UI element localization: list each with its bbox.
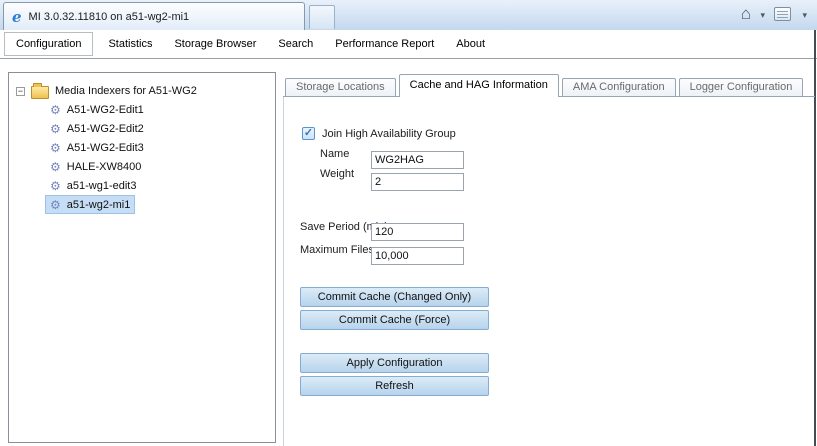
window-right-edge xyxy=(814,30,816,446)
gear-icon: ⚙ xyxy=(50,104,61,116)
apply-configuration-button[interactable]: Apply Configuration xyxy=(300,353,489,373)
open-folder-icon xyxy=(31,86,49,99)
menu-item-search[interactable]: Search xyxy=(267,33,324,55)
save-period-input[interactable] xyxy=(371,223,464,241)
menu-bar: Configuration Statistics Storage Browser… xyxy=(0,30,817,59)
join-hag-checkbox[interactable]: ✓ xyxy=(302,127,315,140)
weight-input[interactable] xyxy=(371,173,464,191)
join-hag-label: Join High Availability Group xyxy=(322,128,456,140)
commit-cache-changed-only-button[interactable]: Commit Cache (Changed Only) xyxy=(300,287,489,307)
gear-icon: ⚙ xyxy=(50,161,61,173)
maximum-files-label: Maximum Files xyxy=(300,244,374,256)
tree-item-a51-wg2-mi1[interactable]: ⚙ a51-wg2-mi1 xyxy=(45,195,135,214)
home-icon[interactable]: ⌂ xyxy=(741,4,751,24)
gear-icon: ⚙ xyxy=(50,123,61,135)
menu-item-storage-browser[interactable]: Storage Browser xyxy=(163,33,267,55)
tab-panel-left-border xyxy=(283,96,284,446)
browser-window: e MI 3.0.32.11810 on a51-wg2-mi1 ⌂ ▾ ▾ C… xyxy=(0,0,817,446)
feeds-dropdown-chevron-icon[interactable]: ▾ xyxy=(802,10,807,21)
configuration-tabstrip: Storage Locations Cache and HAG Informat… xyxy=(285,74,806,97)
new-tab-button[interactable] xyxy=(309,5,335,29)
tree-item-a51-wg2-edit1[interactable]: ⚙ A51-WG2-Edit1 xyxy=(45,100,149,119)
refresh-button[interactable]: Refresh xyxy=(300,376,489,396)
menu-item-about[interactable]: About xyxy=(445,33,496,55)
gear-icon: ⚙ xyxy=(50,180,61,192)
tree-root-label: Media Indexers for A51-WG2 xyxy=(55,85,197,97)
gear-icon: ⚙ xyxy=(50,142,61,154)
name-input[interactable] xyxy=(371,151,464,169)
tab-ama-configuration[interactable]: AMA Configuration xyxy=(562,78,676,97)
menu-item-configuration[interactable]: Configuration xyxy=(4,32,93,56)
feeds-page-icon[interactable] xyxy=(774,7,791,21)
tab-storage-locations[interactable]: Storage Locations xyxy=(285,78,396,97)
weight-label: Weight xyxy=(320,168,354,180)
browser-chrome: e MI 3.0.32.11810 on a51-wg2-mi1 ⌂ ▾ ▾ xyxy=(0,0,817,31)
tab-cache-and-hag-information[interactable]: Cache and HAG Information xyxy=(399,74,559,97)
tree-item-hale-xw8400[interactable]: ⚙ HALE-XW8400 xyxy=(45,157,146,176)
tree-item-a51-wg2-edit2[interactable]: ⚙ A51-WG2-Edit2 xyxy=(45,119,149,138)
tree-item-a51-wg2-edit3[interactable]: ⚙ A51-WG2-Edit3 xyxy=(45,138,149,157)
tree-root-row[interactable]: − Media Indexers for A51-WG2 xyxy=(16,82,275,100)
ie-logo-icon: e xyxy=(12,10,22,24)
commit-cache-force-button[interactable]: Commit Cache (Force) xyxy=(300,310,489,330)
tree-item-label: A51-WG2-Edit1 xyxy=(67,104,144,116)
tree-item-label: a51-wg2-mi1 xyxy=(67,199,131,211)
menu-item-statistics[interactable]: Statistics xyxy=(97,33,163,55)
media-indexer-tree-panel: − Media Indexers for A51-WG2 ⚙ A51-WG2-E… xyxy=(8,72,276,443)
tree-item-label: a51-wg1-edit3 xyxy=(67,180,137,192)
browser-tab[interactable]: e MI 3.0.32.11810 on a51-wg2-mi1 xyxy=(3,2,305,30)
tree-item-label: A51-WG2-Edit2 xyxy=(67,123,144,135)
tree-item-label: A51-WG2-Edit3 xyxy=(67,142,144,154)
tree-item-a51-wg1-edit3[interactable]: ⚙ a51-wg1-edit3 xyxy=(45,176,141,195)
tab-logger-configuration[interactable]: Logger Configuration xyxy=(679,78,804,97)
maximum-files-input[interactable] xyxy=(371,247,464,265)
name-label: Name xyxy=(320,148,349,160)
tree-item-label: HALE-XW8400 xyxy=(67,161,142,173)
collapse-expander-icon[interactable]: − xyxy=(16,87,25,96)
gear-icon: ⚙ xyxy=(50,199,61,211)
menu-item-performance-report[interactable]: Performance Report xyxy=(324,33,445,55)
browser-tab-title: MI 3.0.32.11810 on a51-wg2-mi1 xyxy=(29,11,190,23)
home-dropdown-chevron-icon[interactable]: ▾ xyxy=(760,10,765,21)
